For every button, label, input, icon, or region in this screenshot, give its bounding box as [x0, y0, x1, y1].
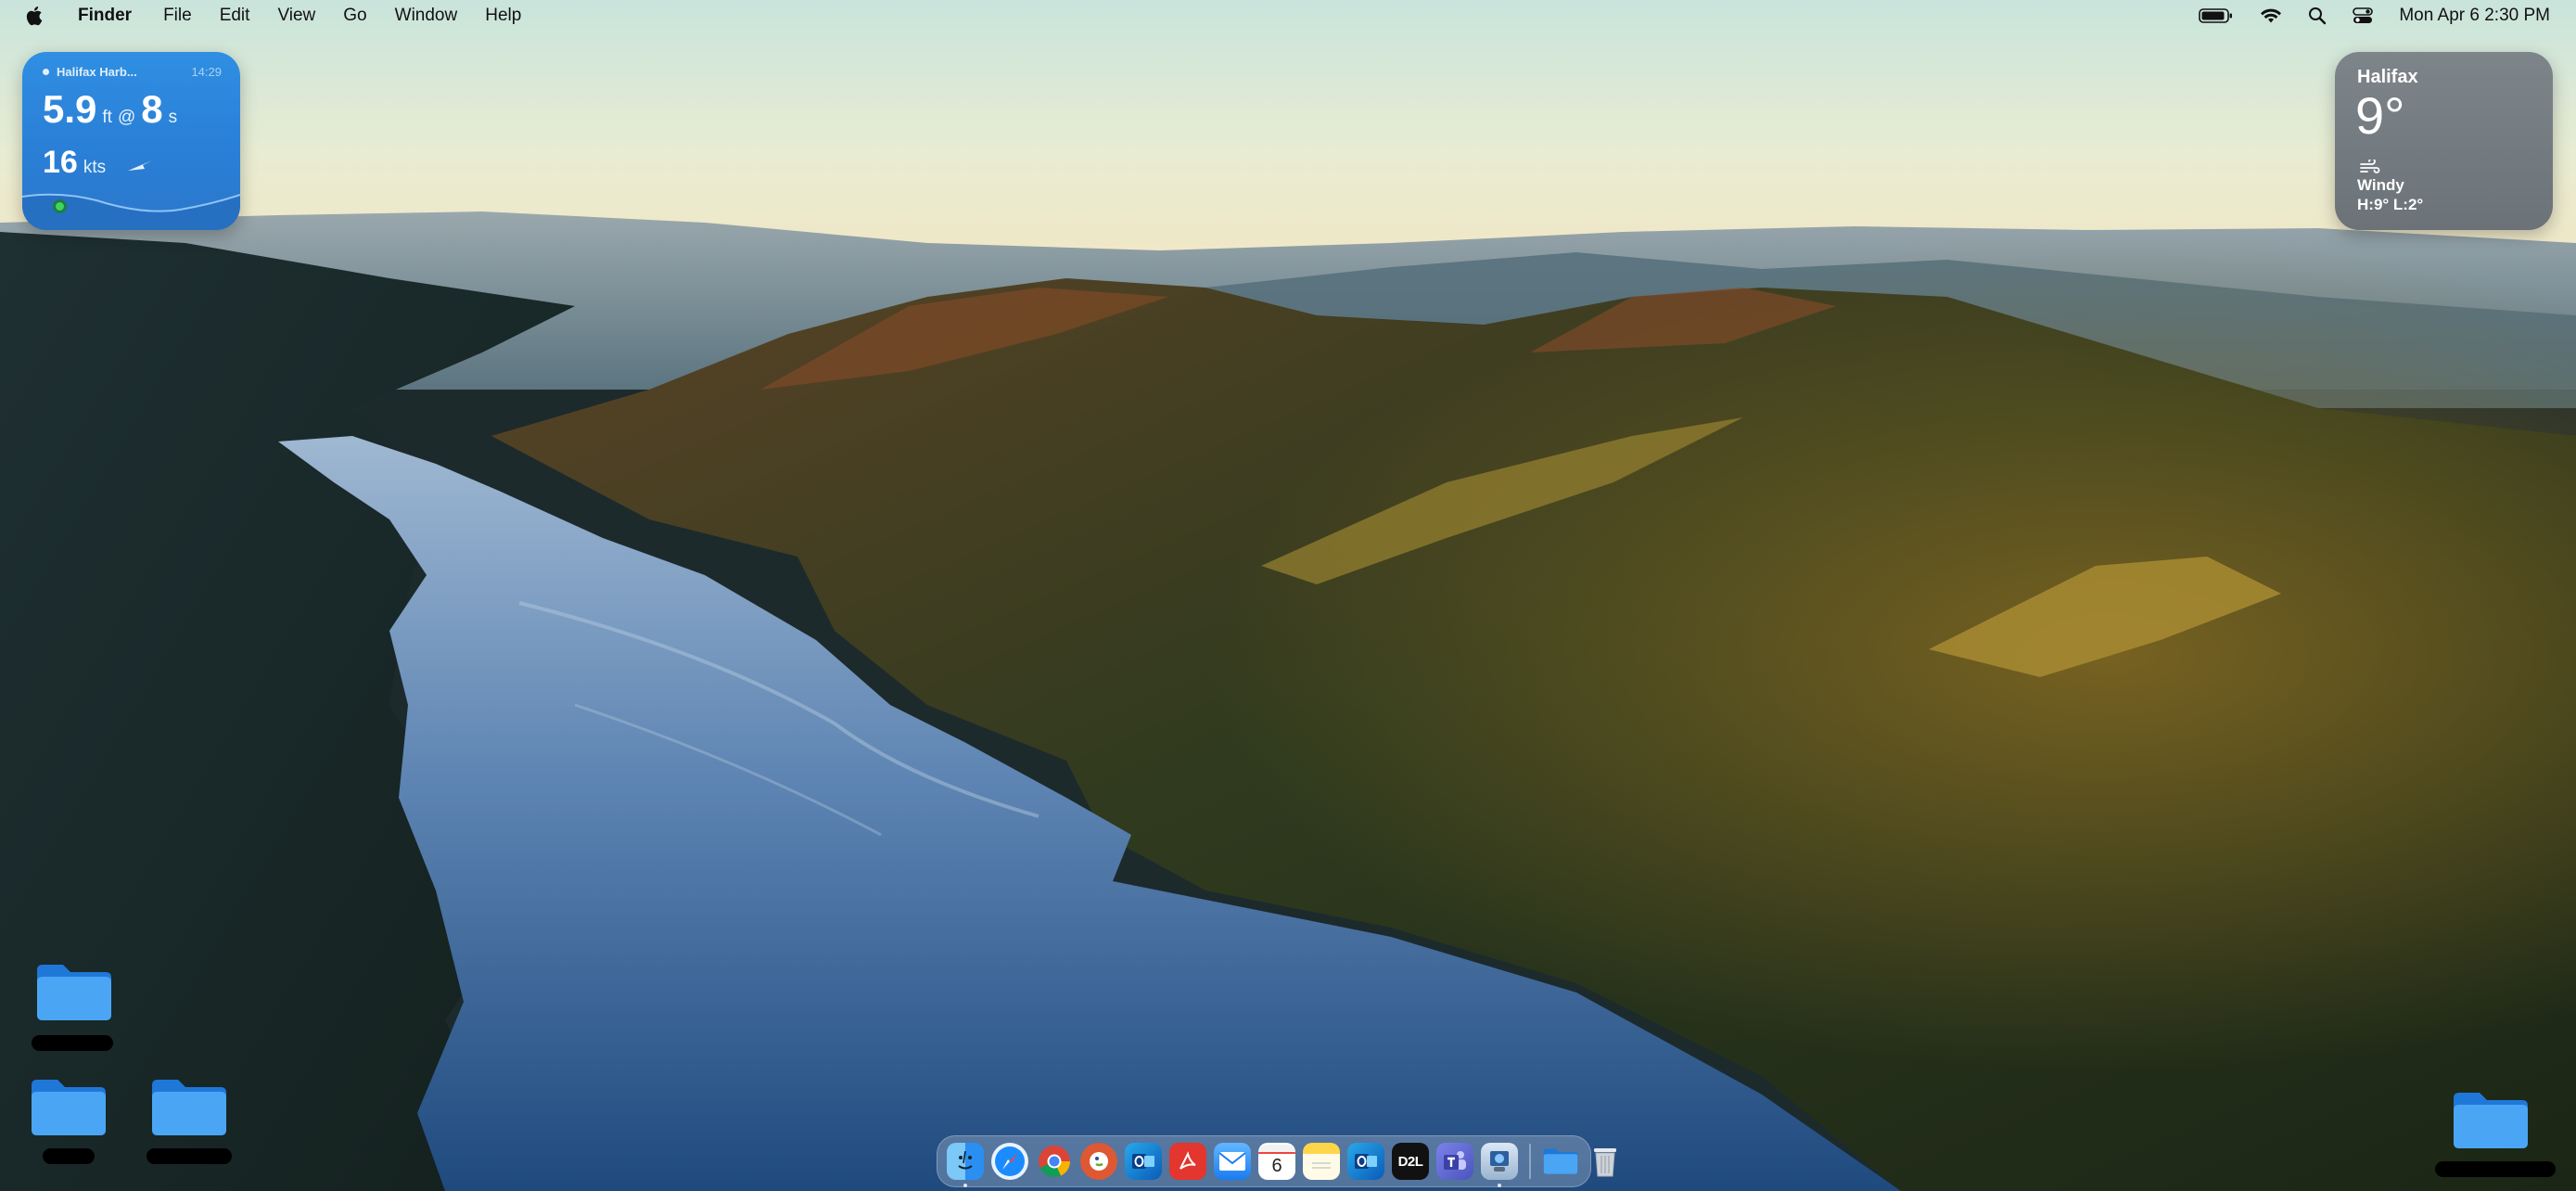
mail-icon: [1218, 1152, 1246, 1171]
dock-trash[interactable]: [1587, 1143, 1624, 1180]
desktop-folder-label-redacted: [32, 1035, 113, 1051]
dock-duckduckgo[interactable]: [1080, 1143, 1117, 1180]
wind-speed: 16: [43, 145, 78, 180]
control-center-icon[interactable]: [2353, 6, 2374, 25]
wind-direction-icon: [126, 158, 154, 177]
wifi-icon[interactable]: [2260, 7, 2282, 24]
weather-widget[interactable]: Halifax 9° Windy H:9° L:2°: [2335, 52, 2553, 230]
menu-app-finder[interactable]: Finder: [78, 6, 132, 26]
outlook-icon: [1132, 1154, 1154, 1169]
swell-height-unit: ft: [102, 108, 112, 127]
dock-mail[interactable]: [1214, 1143, 1251, 1180]
menu-bar: Finder File Edit View Go Window Help Mon…: [0, 0, 2576, 32]
d2l-icon: D2L: [1397, 1153, 1423, 1170]
duckduckgo-icon: [1090, 1152, 1108, 1171]
calendar-icon: [1258, 1145, 1295, 1154]
finder-icon: [958, 1150, 973, 1170]
preview-icon: [1490, 1151, 1509, 1172]
dock-chrome[interactable]: [1036, 1143, 1073, 1180]
running-indicator: [963, 1184, 967, 1187]
dock-outlook[interactable]: [1125, 1143, 1162, 1180]
dock-outlook-2[interactable]: [1347, 1143, 1384, 1180]
safari-icon: [995, 1146, 1025, 1176]
acrobat-icon: [1180, 1151, 1196, 1170]
menu-edit[interactable]: Edit: [220, 6, 250, 26]
dock-downloads-stack[interactable]: [1542, 1143, 1579, 1180]
folder-icon: [1543, 1148, 1578, 1174]
desktop-folder[interactable]: [2450, 1091, 2531, 1150]
swell-height: 5.9: [43, 87, 97, 131]
menu-bar-clock[interactable]: Mon Apr 6 2:30 PM: [2399, 6, 2550, 26]
calendar-date: 6: [1271, 1156, 1282, 1176]
at-symbol: @: [117, 108, 136, 127]
battery-icon[interactable]: [2199, 7, 2234, 24]
folder-icon: [32, 1080, 106, 1135]
desktop-wallpaper: [0, 0, 2576, 1191]
weather-high-low: H:9° L:2°: [2357, 196, 2424, 213]
tide-time: 14:29: [191, 65, 222, 79]
running-indicator: [1498, 1184, 1501, 1187]
swell-period-unit: s: [168, 108, 178, 127]
wind-unit: kts: [83, 158, 107, 177]
desktop-folder[interactable]: [28, 1078, 109, 1137]
spotlight-search-icon[interactable]: [2308, 6, 2327, 25]
dock-safari[interactable]: [991, 1143, 1028, 1180]
teams-icon: [1444, 1151, 1466, 1170]
weather-temperature: 9°: [2355, 86, 2405, 145]
trash-icon: [1594, 1148, 1616, 1177]
tide-location: Halifax Harb...: [57, 65, 137, 79]
dock-teams[interactable]: [1436, 1143, 1473, 1180]
folder-icon: [2454, 1093, 2528, 1148]
desktop-folder[interactable]: [33, 963, 115, 1022]
menu-view[interactable]: View: [277, 6, 315, 26]
desktop-folder-label-redacted: [43, 1148, 95, 1164]
location-dot-icon: [43, 69, 49, 75]
chrome-icon: [1039, 1146, 1070, 1178]
dock: 6 D2L: [937, 1135, 1616, 1187]
dock-calendar[interactable]: 6: [1258, 1143, 1295, 1180]
menu-go[interactable]: Go: [343, 6, 366, 26]
menu-file[interactable]: File: [163, 6, 192, 26]
dock-notes[interactable]: [1303, 1143, 1340, 1180]
folder-icon: [37, 965, 111, 1020]
menu-window[interactable]: Window: [395, 6, 458, 26]
tide-current-marker: [53, 199, 67, 213]
dock-finder[interactable]: [947, 1143, 984, 1187]
dock-preview[interactable]: [1481, 1143, 1518, 1187]
apple-menu-icon[interactable]: [26, 4, 46, 28]
notes-icon: [1312, 1162, 1331, 1169]
dock-d2l[interactable]: D2L: [1392, 1143, 1429, 1180]
menu-help[interactable]: Help: [485, 6, 521, 26]
swell-period: 8: [141, 87, 163, 131]
desktop-folder-label-redacted: [2435, 1161, 2556, 1177]
desktop-folder[interactable]: [148, 1078, 230, 1137]
tide-widget[interactable]: Halifax Harb... 14:29 5.9 ft @ 8 s 16 kt…: [22, 52, 240, 230]
folder-icon: [152, 1080, 226, 1135]
outlook-icon: [1355, 1154, 1377, 1169]
dock-acrobat[interactable]: [1169, 1143, 1206, 1180]
desktop-folder-label-redacted: [147, 1148, 232, 1164]
weather-condition: Windy: [2357, 176, 2404, 194]
dock-separator: [1529, 1144, 1531, 1179]
